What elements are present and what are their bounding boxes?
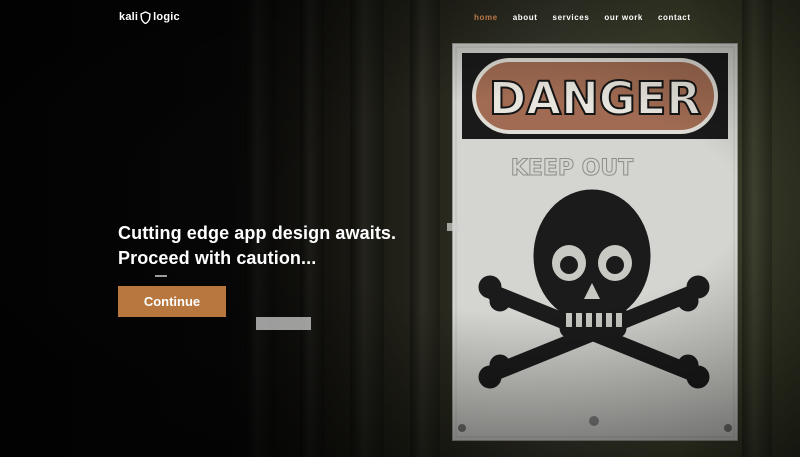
nav-item-about[interactable]: about bbox=[513, 12, 538, 24]
hero-headline-line-2: Proceed with caution... bbox=[118, 248, 317, 268]
top-navigation-bar: kali logic home about services our work … bbox=[0, 0, 800, 34]
shield-outline-icon bbox=[140, 10, 151, 24]
brand-logo[interactable]: kali logic bbox=[119, 9, 180, 25]
glitch-artifact bbox=[155, 275, 167, 277]
brand-name-left: kali bbox=[119, 11, 139, 23]
glitch-artifact bbox=[256, 317, 311, 330]
nav-item-contact[interactable]: contact bbox=[658, 12, 691, 24]
glitch-artifact bbox=[447, 223, 459, 231]
brand-name-right: logic bbox=[153, 11, 180, 23]
nav-item-home[interactable]: home bbox=[474, 12, 498, 24]
main-nav: home about services our work contact bbox=[474, 12, 706, 24]
nav-item-services[interactable]: services bbox=[553, 12, 590, 24]
nav-item-our-work[interactable]: our work bbox=[604, 12, 643, 24]
screw-icon bbox=[458, 424, 466, 432]
landing-page: DANGER KEEP OUT kali logic home about se… bbox=[0, 0, 800, 457]
continue-button[interactable]: Continue bbox=[118, 286, 226, 317]
hero-section: Cutting edge app design awaits. Proceed … bbox=[118, 221, 438, 271]
danger-sign: DANGER KEEP OUT bbox=[452, 43, 738, 441]
sign-subtext: KEEP OUT bbox=[511, 156, 633, 181]
sign-heading: DANGER bbox=[489, 72, 701, 125]
screw-icon bbox=[589, 416, 599, 426]
screw-icon bbox=[724, 424, 732, 432]
wall-plank bbox=[742, 0, 772, 457]
hero-headline-line-1: Cutting edge app design awaits. bbox=[118, 223, 397, 243]
